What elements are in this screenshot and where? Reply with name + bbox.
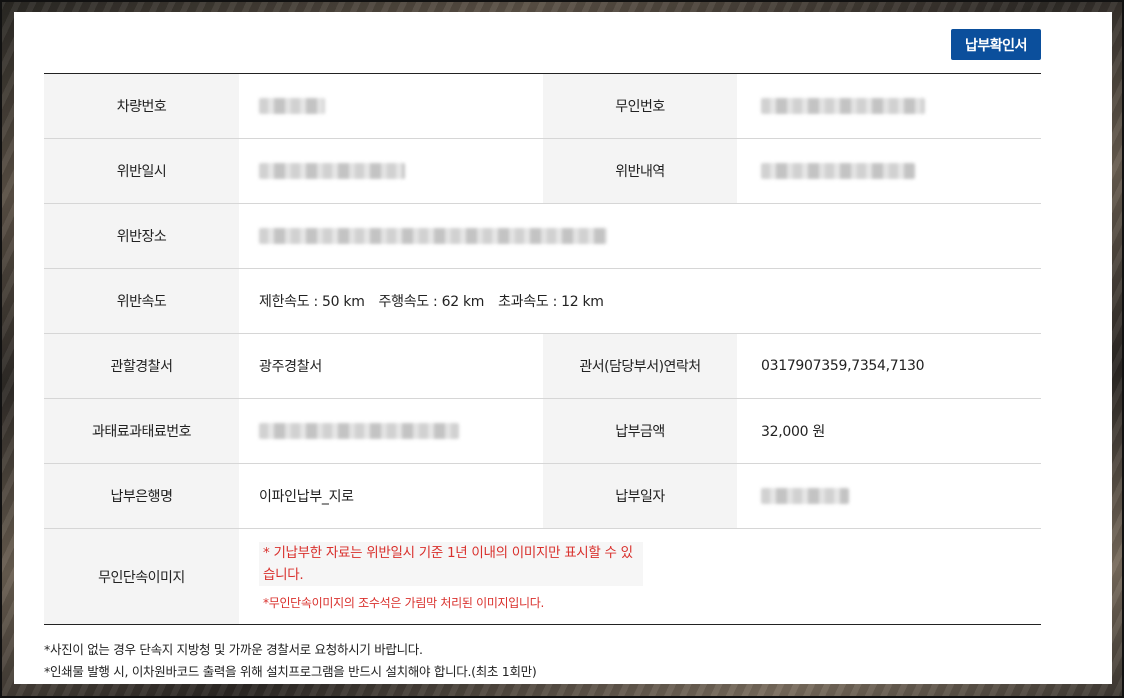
table-row: 위반속도 제한속도 : 50 km 주행속도 : 62 km 초과속도 : 12 k… xyxy=(44,268,1041,334)
violation-detail-label: 위반내역 xyxy=(543,138,737,204)
violation-speed-label: 위반속도 xyxy=(44,268,239,334)
redacted-violation-detail xyxy=(761,163,915,179)
passenger-mask-note: *무인단속이미지의 조수석은 가림막 처리된 이미지입니다. xyxy=(263,596,545,610)
violation-speed-value: 제한속도 : 50 km 주행속도 : 62 km 초과속도 : 12 km xyxy=(239,268,1041,334)
payment-date-label: 납부일자 xyxy=(543,463,737,529)
redacted-unmanned-number xyxy=(761,98,925,114)
payment-bank-label: 납부은행명 xyxy=(44,463,239,529)
fine-number-value xyxy=(239,398,543,464)
driving-speed: 주행속도 : 62 km xyxy=(378,294,485,310)
table-row: 무인단속이미지 * 기납부한 자료는 위반일시 기준 1년 이내의 이미지만 표… xyxy=(44,528,1041,625)
violation-place-label: 위반장소 xyxy=(44,203,239,269)
payment-detail-panel: 납부확인서 차량번호 무인번호 위반일시 위반내역 위반장소 위반속도 제한속도… xyxy=(14,12,1112,684)
payment-amount-value: 32,000 원 xyxy=(737,398,1041,464)
payment-bank-value: 이파인납부_지로 xyxy=(239,463,543,529)
vehicle-number-label: 차량번호 xyxy=(44,73,239,139)
image-availability-note: * 기납부한 자료는 위반일시 기준 1년 이내의 이미지만 표시할 수 있습니… xyxy=(259,542,643,586)
violation-info-table: 차량번호 무인번호 위반일시 위반내역 위반장소 위반속도 제한속도: 50 … xyxy=(44,73,1041,625)
vehicle-number-value xyxy=(239,73,543,139)
unmanned-number-label: 무인번호 xyxy=(543,73,737,139)
payment-date-value xyxy=(737,463,1041,529)
footnote-install-program: *인쇄물 발행 시, 이차원바코드 출력을 위해 설치프로그램을 반드시 설치해… xyxy=(44,664,537,679)
redacted-violation-datetime xyxy=(259,163,405,179)
table-row: 위반장소 xyxy=(44,203,1041,269)
table-row: 위반일시 위반내역 xyxy=(44,138,1041,204)
table-row: 과태료과태료번호 납부금액 32,000 원 xyxy=(44,398,1041,464)
violation-datetime-label: 위반일시 xyxy=(44,138,239,204)
table-row: 차량번호 무인번호 xyxy=(44,73,1041,139)
station-contact-label: 관서(담당부서)연락처 xyxy=(543,333,737,399)
camera-image-label: 무인단속이미지 xyxy=(44,528,239,625)
police-station-label: 관할경찰서 xyxy=(44,333,239,399)
excess-speed: 초과속도 : 12 km xyxy=(498,294,604,310)
violation-detail-value xyxy=(737,138,1041,204)
footnote-photo-request: *사진이 없는 경우 단속지 지방청 및 가까운 경찰서로 요청하시기 바랍니다… xyxy=(44,642,423,657)
fine-number-label: 과태료과태료번호 xyxy=(44,398,239,464)
violation-datetime-value xyxy=(239,138,543,204)
station-contact-value: 0317907359,7354,7130 xyxy=(737,333,1041,399)
redacted-violation-place xyxy=(259,228,607,244)
police-station-value: 광주경찰서 xyxy=(239,333,543,399)
unmanned-number-value xyxy=(737,73,1041,139)
table-row: 납부은행명 이파인납부_지로 납부일자 xyxy=(44,463,1041,529)
payment-amount-label: 납부금액 xyxy=(543,398,737,464)
redacted-vehicle-number xyxy=(259,98,325,114)
payment-receipt-button[interactable]: 납부확인서 xyxy=(951,29,1041,60)
camera-image-value: * 기납부한 자료는 위반일시 기준 1년 이내의 이미지만 표시할 수 있습니… xyxy=(239,529,1041,625)
redacted-fine-number xyxy=(259,423,459,439)
violation-place-value xyxy=(239,203,1041,269)
table-row: 관할경찰서 광주경찰서 관서(담당부서)연락처 0317907359,7354,… xyxy=(44,333,1041,399)
redacted-payment-date xyxy=(761,488,849,504)
speed-limit: 제한속도 : 50 km xyxy=(259,294,365,310)
footnotes: *사진이 없는 경우 단속지 지방청 및 가까운 경찰서로 요청하시기 바랍니다… xyxy=(44,639,537,683)
